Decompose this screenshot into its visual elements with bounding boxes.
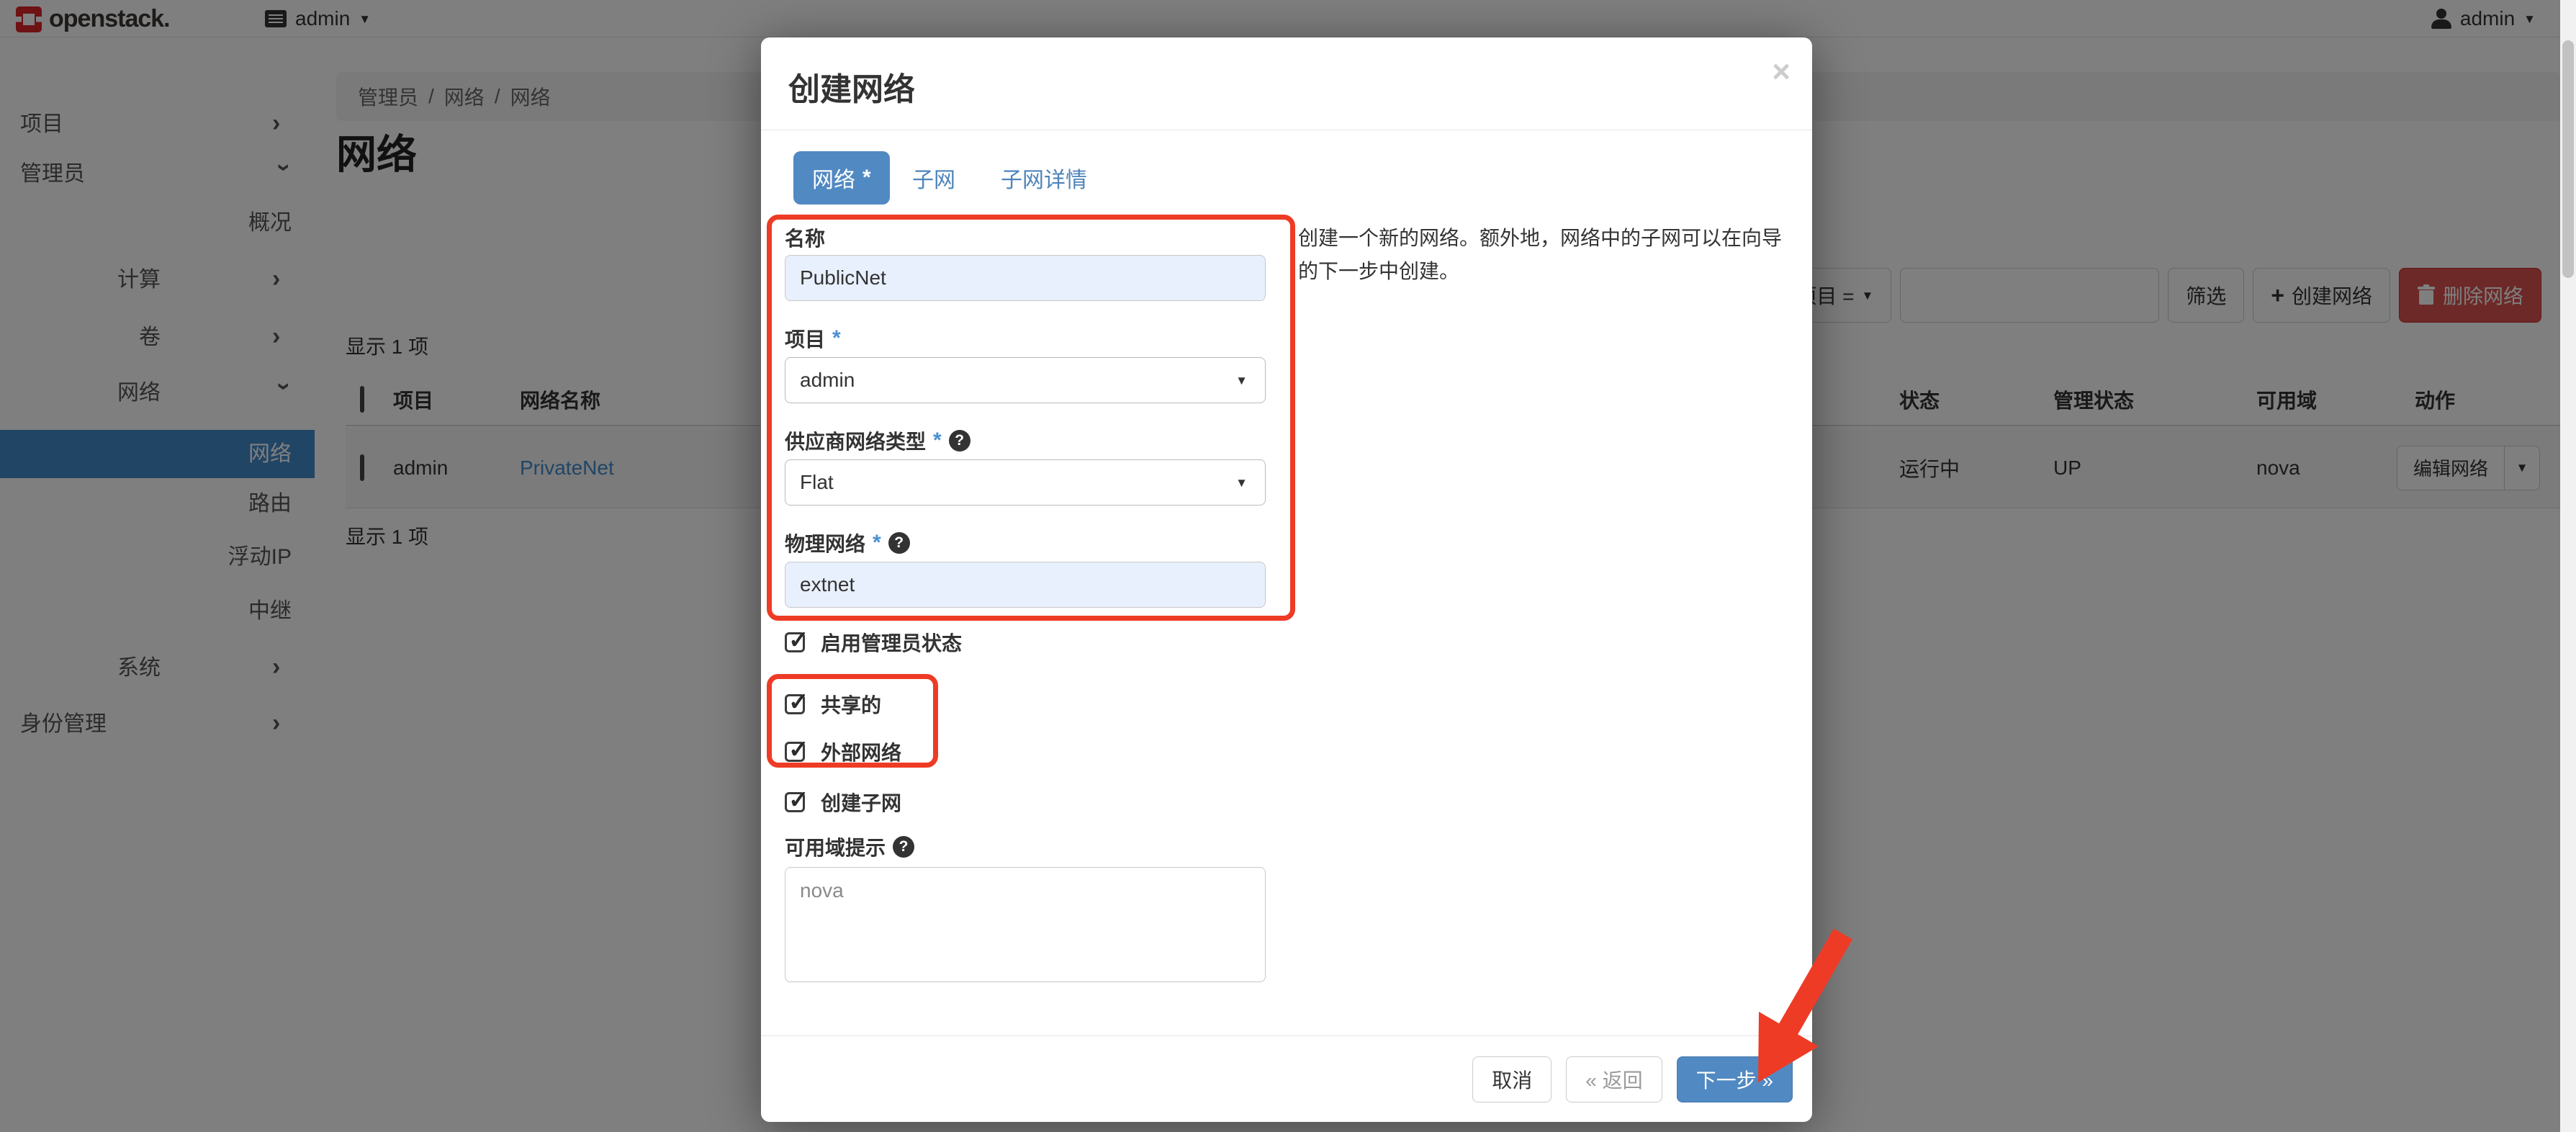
- required-marker: *: [873, 531, 881, 555]
- external-network-label: 外部网络: [821, 737, 901, 766]
- help-icon[interactable]: ?: [888, 532, 910, 554]
- required-marker: *: [863, 166, 871, 190]
- help-icon[interactable]: ?: [893, 836, 914, 858]
- cancel-button[interactable]: 取消: [1472, 1056, 1552, 1102]
- create-subnet-checkbox[interactable]: ✓ 创建子网: [785, 788, 901, 817]
- create-network-modal: 创建网络 × 网络 * 子网 子网详情 名称 项目 * admin ▼ 供应商网…: [761, 37, 1812, 1122]
- back-button[interactable]: « 返回: [1566, 1056, 1662, 1102]
- window-scrollbar[interactable]: [2560, 0, 2576, 1132]
- check-icon: ✓: [788, 786, 809, 814]
- modal-footer: 取消 « 返回 下一步 »: [761, 1036, 1812, 1122]
- physical-network-field-label: 物理网络 * ?: [785, 529, 910, 557]
- name-label-text: 名称: [785, 223, 825, 252]
- provider-type-field-label: 供应商网络类型 * ?: [785, 426, 970, 455]
- modal-title: 创建网络: [788, 63, 915, 109]
- tab-network-label: 网络: [812, 162, 855, 194]
- modal-help-text: 创建一个新的网络。额外地，网络中的子网可以在向导的下一步中创建。: [1298, 222, 1788, 288]
- scrollbar-thumb[interactable]: [2562, 40, 2574, 278]
- az-option-nova[interactable]: nova: [800, 879, 1251, 902]
- project-label-text: 项目: [785, 324, 825, 353]
- checked-checkbox-icon: ✓: [785, 792, 805, 812]
- physical-network-label-text: 物理网络: [785, 529, 865, 557]
- checked-checkbox-icon: ✓: [785, 632, 805, 652]
- shared-checkbox[interactable]: ✓ 共享的: [785, 690, 881, 719]
- external-network-checkbox[interactable]: ✓ 外部网络: [785, 737, 901, 766]
- tab-subnet-details[interactable]: 子网详情: [1001, 151, 1087, 205]
- project-select[interactable]: admin ▼: [785, 357, 1266, 403]
- enable-admin-state-label: 启用管理员状态: [821, 628, 962, 657]
- provider-type-select[interactable]: Flat ▼: [785, 459, 1266, 506]
- az-hints-field-label: 可用域提示 ?: [785, 832, 914, 861]
- create-subnet-label: 创建子网: [821, 788, 901, 817]
- physical-network-input[interactable]: [785, 562, 1266, 608]
- tab-subnet[interactable]: 子网: [912, 151, 955, 205]
- provider-type-label-text: 供应商网络类型: [785, 426, 926, 455]
- az-hints-multiselect[interactable]: nova: [785, 867, 1266, 982]
- shared-label: 共享的: [821, 690, 881, 719]
- caret-down-icon: ▼: [1235, 477, 1248, 489]
- enable-admin-state-checkbox[interactable]: ✓ 启用管理员状态: [785, 628, 962, 657]
- provider-type-select-value: Flat: [800, 471, 834, 494]
- project-field-label: 项目 *: [785, 324, 841, 353]
- screen: openstack. admin ▼ admin ▼ 项目 › 管理员 › 概况…: [0, 0, 2576, 1132]
- check-icon: ✓: [788, 688, 809, 717]
- required-marker: *: [832, 326, 841, 351]
- checked-checkbox-icon: ✓: [785, 742, 805, 762]
- check-icon: ✓: [788, 626, 809, 655]
- caret-down-icon: ▼: [1235, 374, 1248, 387]
- tab-network-active[interactable]: 网络 *: [793, 151, 890, 205]
- close-icon[interactable]: ×: [1772, 56, 1791, 88]
- next-button[interactable]: 下一步 »: [1677, 1056, 1793, 1102]
- check-icon: ✓: [788, 735, 809, 764]
- az-hints-label-text: 可用域提示: [785, 832, 886, 861]
- name-input[interactable]: [785, 255, 1266, 301]
- required-marker: *: [933, 428, 942, 453]
- help-icon[interactable]: ?: [949, 430, 970, 452]
- name-field-label: 名称: [785, 223, 825, 252]
- project-select-value: admin: [800, 369, 855, 392]
- checked-checkbox-icon: ✓: [785, 694, 805, 714]
